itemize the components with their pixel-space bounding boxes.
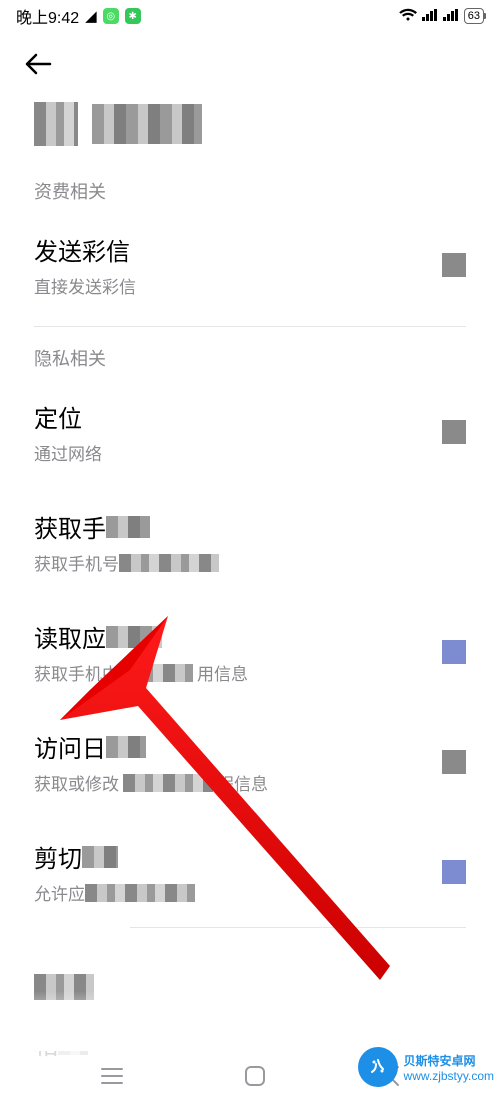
row-unknown-title (34, 974, 94, 1000)
app-name-censored (92, 104, 202, 144)
censored-text (119, 554, 219, 572)
row-calendar-title: 访问日 (34, 729, 268, 764)
censored-text (123, 664, 193, 682)
status-bar: 晚上9:42 ◢ ◎ ✱ 63 (0, 0, 500, 32)
watermark-logo-icon (358, 1047, 398, 1087)
app-identity (0, 90, 500, 166)
row-apps-toggle[interactable] (442, 640, 466, 664)
row-apps-title: 读取应 (34, 619, 248, 654)
divider (130, 927, 466, 928)
wifi-icon (399, 8, 417, 25)
battery-level: 63 (468, 10, 480, 22)
censored-text (106, 516, 150, 538)
row-clipboard-toggle[interactable] (442, 860, 466, 884)
censored-text (123, 774, 213, 792)
row-location-sub: 通过网络 (34, 440, 102, 465)
row-location-title: 定位 (34, 399, 102, 434)
censored-text (85, 884, 195, 902)
divider (34, 326, 466, 327)
row-clipboard-title: 剪切 (34, 839, 195, 874)
nav-recent-button[interactable] (100, 1066, 124, 1092)
row-phone-title: 获取手 (34, 509, 219, 544)
nav-home-button[interactable] (244, 1065, 266, 1093)
row-mms[interactable]: 发送彩信 直接发送彩信 (0, 210, 500, 320)
back-button[interactable] (24, 52, 476, 80)
row-apps[interactable]: 读取应 获取手机中用信息 (0, 597, 500, 707)
mute-icon: ◢ (85, 7, 97, 25)
watermark: 贝斯特安卓网 www.zjbstyy.com (358, 1047, 494, 1087)
section-privacy-label: 隐私相关 (0, 333, 500, 377)
censored-text (82, 846, 118, 868)
censored-text (106, 736, 146, 758)
status-time: 晚上9:42 (16, 4, 79, 28)
row-clipboard-sub: 允许应 (34, 880, 195, 905)
app-icon (34, 102, 78, 146)
battery-indicator: 63 (464, 8, 484, 24)
section-fee-label: 资费相关 (0, 166, 500, 210)
row-phone[interactable]: 获取手 获取手机号 (0, 487, 500, 597)
status-right: 63 (399, 8, 484, 25)
row-mms-toggle[interactable] (442, 253, 466, 277)
row-unknown[interactable] (0, 934, 500, 1022)
row-mms-title: 发送彩信 (34, 232, 136, 267)
censored-text (34, 974, 94, 1000)
status-left: 晚上9:42 ◢ ◎ ✱ (16, 4, 141, 28)
signal-icon-2 (443, 8, 459, 24)
row-calendar-sub: 获取或修改程信息 (34, 770, 268, 795)
row-calendar[interactable]: 访问日 获取或修改程信息 (0, 707, 500, 817)
row-phone-sub: 获取手机号 (34, 550, 219, 575)
page-header (0, 32, 500, 90)
row-apps-sub: 获取手机中用信息 (34, 660, 248, 685)
censored-text (106, 626, 162, 648)
signal-icon-1 (422, 8, 438, 24)
row-calendar-toggle[interactable] (442, 750, 466, 774)
row-location[interactable]: 定位 通过网络 (0, 377, 500, 487)
row-mms-sub: 直接发送彩信 (34, 273, 136, 298)
row-location-toggle[interactable] (442, 420, 466, 444)
row-clipboard[interactable]: 剪切 允许应 (0, 817, 500, 927)
app-indicator-icon-2: ✱ (125, 8, 141, 24)
watermark-text: 贝斯特安卓网 www.zjbstyy.com (404, 1052, 494, 1083)
app-indicator-icon-1: ◎ (103, 8, 119, 24)
